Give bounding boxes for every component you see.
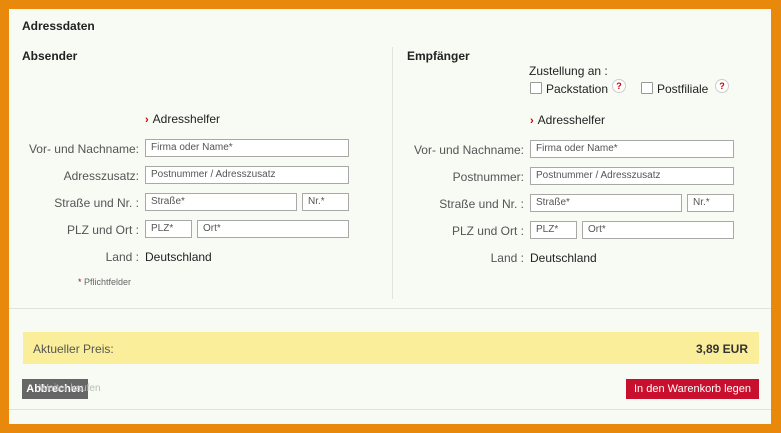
delivery-label: Zustellung an : <box>529 64 608 78</box>
recipient-city-label: PLZ und Ort : <box>451 224 524 238</box>
recipient-country-label: Land : <box>490 251 524 265</box>
chevron-right-icon: › <box>530 115 534 127</box>
packstation-help-icon[interactable]: ? <box>612 79 626 93</box>
required-note: * Pflichtfelder <box>78 277 131 287</box>
recipient-street-field[interactable]: Straße* <box>530 194 682 212</box>
sender-address-helper-label: Adresshelfer <box>152 112 221 126</box>
recipient-country-value: Deutschland <box>530 251 597 265</box>
sender-city-label: PLZ und Ort : <box>66 223 139 237</box>
sender-country-value: Deutschland <box>145 250 212 264</box>
sender-name-label: Vor- und Nachname: <box>28 142 139 156</box>
recipient-ort-field[interactable]: Ort* <box>582 221 734 239</box>
recipient-plz-field[interactable]: PLZ* <box>530 221 577 239</box>
section-divider <box>9 308 771 309</box>
packstation-checkbox[interactable] <box>530 82 542 94</box>
sender-nr-field[interactable]: Nr.* <box>302 193 349 211</box>
recipient-extra-field[interactable]: Postnummer / Adresszusatz <box>530 167 734 185</box>
sender-extra-label: Adresszusatz: <box>63 169 139 183</box>
recipient-address-helper-link[interactable]: › Adresshelfer <box>530 113 605 127</box>
column-divider <box>392 47 393 299</box>
postfiliale-help-icon[interactable]: ? <box>715 79 729 93</box>
sender-plz-field[interactable]: PLZ* <box>145 220 192 238</box>
recipient-street-label: Straße und Nr. : <box>439 197 524 211</box>
price-bar: Aktueller Preis: 3,89 EUR <box>23 332 759 364</box>
sender-heading: Absender <box>22 49 78 63</box>
price-value: 3,89 EUR <box>695 342 748 356</box>
sender-ort-field[interactable]: Ort* <box>197 220 349 238</box>
recipient-heading: Empfänger <box>407 49 470 63</box>
continue-shopping-link[interactable]: Weiter kaufen <box>39 383 101 394</box>
postfiliale-label: Postfiliale <box>657 82 709 96</box>
sender-country-label: Land : <box>105 250 139 264</box>
recipient-name-label: Vor- und Nachname: <box>413 143 524 157</box>
footer-divider <box>9 409 771 410</box>
chevron-right-icon: › <box>145 114 149 126</box>
sender-street-label: Straße und Nr. : <box>54 196 139 210</box>
recipient-nr-field[interactable]: Nr.* <box>687 194 734 212</box>
recipient-address-helper-label: Adresshelfer <box>537 113 606 127</box>
page-title: Adressdaten <box>22 19 95 33</box>
recipient-name-field[interactable]: Firma oder Name* <box>530 140 734 158</box>
sender-name-field[interactable]: Firma oder Name* <box>145 139 349 157</box>
sender-street-field[interactable]: Straße* <box>145 193 297 211</box>
packstation-label: Packstation <box>546 82 609 96</box>
recipient-extra-label: Postnummer: <box>452 170 524 184</box>
sender-extra-field[interactable]: Postnummer / Adresszusatz <box>145 166 349 184</box>
address-panel: Adressdaten Absender › Adresshelfer Vor- … <box>9 9 771 424</box>
add-to-cart-button[interactable]: In den Warenkorb legen <box>626 379 759 399</box>
price-label: Aktueller Preis: <box>33 342 114 356</box>
postfiliale-checkbox[interactable] <box>641 82 653 94</box>
required-star: * <box>78 277 82 287</box>
required-note-text: Pflichtfelder <box>84 277 132 287</box>
sender-address-helper-link[interactable]: › Adresshelfer <box>145 112 220 126</box>
